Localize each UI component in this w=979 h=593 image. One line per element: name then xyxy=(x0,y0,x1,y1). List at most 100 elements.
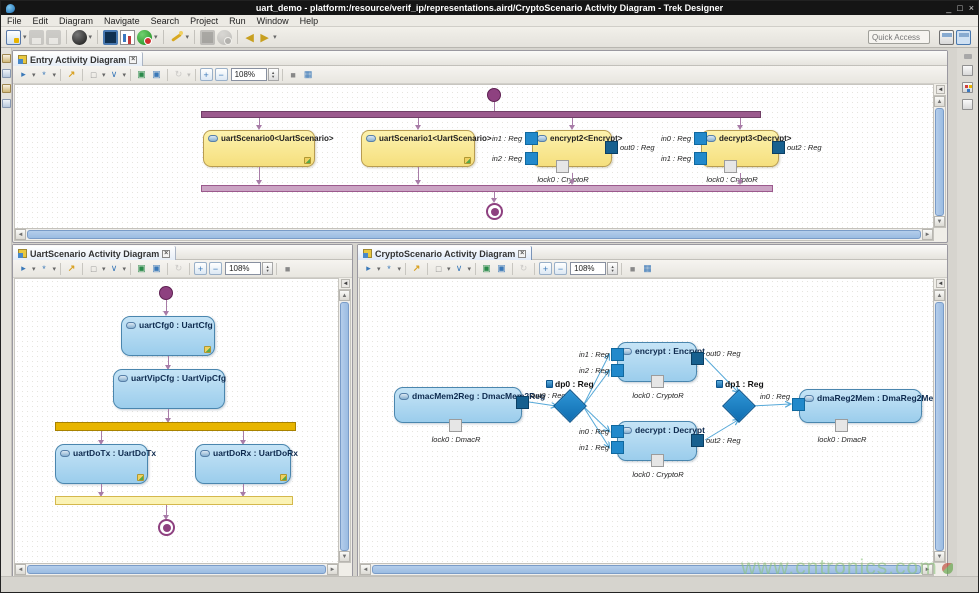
scroll-right-button[interactable]: ► xyxy=(327,564,338,575)
menu-window[interactable]: Window xyxy=(257,16,289,26)
scroll-left-button[interactable]: ◄ xyxy=(15,564,26,575)
entry-initial-node[interactable] xyxy=(487,88,501,102)
zoom-spinner[interactable]: ▲▼ xyxy=(268,68,279,81)
node-uartScenario0[interactable]: uartScenario0<UartScenario> xyxy=(203,130,315,167)
arrange-all-button[interactable]: * xyxy=(383,262,396,275)
arrange-all-button[interactable]: * xyxy=(38,262,51,275)
maximize-button[interactable]: □ xyxy=(957,3,962,13)
export-image-button[interactable]: ▣ xyxy=(480,262,493,275)
node-uartCfg0[interactable]: uartCfg0 : UartCfg xyxy=(121,316,215,356)
refresh-button[interactable]: ↻ xyxy=(517,262,530,275)
scrollbar-thumb[interactable] xyxy=(935,108,944,216)
snapshot-button[interactable]: ■ xyxy=(281,262,294,275)
pin-elements-button[interactable]: ↗ xyxy=(65,262,78,275)
menu-project[interactable]: Project xyxy=(190,16,218,26)
routing-style-button[interactable]: ∨ xyxy=(108,262,121,275)
debug-button[interactable] xyxy=(72,30,87,45)
pin-dmacMem2Reg-out0[interactable] xyxy=(516,396,529,409)
close-button[interactable]: × xyxy=(969,3,974,13)
show-hide-button[interactable]: □ xyxy=(87,68,100,81)
pin-dmaReg2Mem-lock0[interactable] xyxy=(835,419,848,432)
show-hide-dropdown[interactable]: ▾ xyxy=(102,265,106,273)
uart-join-bar[interactable] xyxy=(55,496,293,505)
arrange-dropdown[interactable]: ▾ xyxy=(398,265,402,273)
pin-dmacMem2Reg-lock0[interactable] xyxy=(449,419,462,432)
scroll-up-button[interactable]: ▲ xyxy=(934,96,945,107)
minimized-view-button-1[interactable] xyxy=(2,54,11,63)
new-wizard-dropdown[interactable]: ▾ xyxy=(23,33,27,41)
open-perspective-button[interactable] xyxy=(939,30,954,45)
node-uartDoTx[interactable]: uartDoTx : UartDoTx xyxy=(55,444,148,484)
snapshot-button[interactable]: ■ xyxy=(287,68,300,81)
new-wizard-button[interactable] xyxy=(6,30,21,45)
export-image-button[interactable]: ▣ xyxy=(135,262,148,275)
title-bar[interactable]: uart_demo - platform:/resource/verif_ip/… xyxy=(1,1,978,15)
zoom-out-button[interactable]: − xyxy=(554,262,567,275)
scrollbar-thumb[interactable] xyxy=(340,302,349,551)
pin-elements-button[interactable]: ↗ xyxy=(410,262,423,275)
menu-search[interactable]: Search xyxy=(151,16,180,26)
pin-dmaReg2Mem-in0[interactable] xyxy=(792,398,805,411)
entry-fork-bar[interactable] xyxy=(201,111,761,118)
tab-cryptoscenario-activity-diagram[interactable]: CryptoScenario Activity Diagram × xyxy=(358,246,532,261)
show-hide-button[interactable]: □ xyxy=(432,262,445,275)
pin-decrypt3-in1[interactable] xyxy=(694,152,707,165)
select-tool-button[interactable]: ▸ xyxy=(17,68,30,81)
uart-final-node[interactable] xyxy=(158,519,175,536)
zoom-out-button[interactable]: − xyxy=(215,68,228,81)
pin-decrypt-lock0[interactable] xyxy=(651,454,664,467)
minimize-editor-button[interactable] xyxy=(964,54,972,59)
select-tool-dropdown[interactable]: ▾ xyxy=(377,265,381,273)
pin-decrypt-out2[interactable] xyxy=(691,434,704,447)
pin-encrypt2-in1[interactable] xyxy=(525,132,538,145)
entry-vertical-scrollbar[interactable]: ▲ ▼ xyxy=(933,95,946,228)
select-tool-dropdown[interactable]: ▾ xyxy=(32,71,36,79)
minimized-view-button-3[interactable] xyxy=(2,84,11,93)
arrange-all-button[interactable]: * xyxy=(38,68,51,81)
scrollbar-thumb[interactable] xyxy=(27,230,921,239)
refresh-button[interactable]: ↻ xyxy=(172,262,185,275)
grid-button[interactable]: ▦ xyxy=(302,68,315,81)
save-button[interactable] xyxy=(29,30,44,45)
uart-fork-bar[interactable] xyxy=(55,422,296,431)
pin-encrypt2-in2[interactable] xyxy=(525,152,538,165)
pin-encrypt2-out0[interactable] xyxy=(605,141,618,154)
zoom-in-button[interactable]: + xyxy=(200,68,213,81)
save-all-button[interactable] xyxy=(46,30,61,45)
scrollbar-collapse-button[interactable]: ◄ xyxy=(341,279,350,288)
node-uartDoRx[interactable]: uartDoRx : UartDoRx xyxy=(195,444,291,484)
export-image-button[interactable]: ▣ xyxy=(135,68,148,81)
tab-entry-activity-diagram[interactable]: Entry Activity Diagram × xyxy=(13,52,143,67)
routing-style-button[interactable]: ∨ xyxy=(108,68,121,81)
node-uartScenario1[interactable]: uartScenario1<UartScenario> xyxy=(361,130,475,167)
pin-decrypt3-out2[interactable] xyxy=(772,141,785,154)
zoom-level-combo[interactable]: 108% xyxy=(231,68,267,81)
grid-button[interactable]: ▦ xyxy=(641,262,654,275)
show-hide-dropdown[interactable]: ▾ xyxy=(447,265,451,273)
entry-horizontal-scrollbar[interactable]: ◄ ► xyxy=(14,228,934,241)
forward-button[interactable]: ▶ xyxy=(257,31,272,44)
snapshot-button[interactable]: ■ xyxy=(626,262,639,275)
zoom-out-button[interactable]: − xyxy=(209,262,222,275)
crypto-diagram-canvas[interactable]: dmacMem2Reg : DmacMem2Reg out0 : Reg loc… xyxy=(359,278,934,564)
routing-dropdown[interactable]: ▾ xyxy=(468,265,472,273)
node-dmacMem2Reg[interactable]: dmacMem2Reg : DmacMem2Reg xyxy=(394,387,522,423)
scroll-up-button[interactable]: ▲ xyxy=(934,290,945,301)
zoom-spinner[interactable]: ▲▼ xyxy=(607,262,618,275)
debug-dropdown[interactable]: ▾ xyxy=(89,33,93,41)
zoom-in-button[interactable]: + xyxy=(539,262,552,275)
debug-view-button[interactable] xyxy=(200,30,215,45)
uart-vertical-scrollbar[interactable]: ▲ ▼ xyxy=(338,289,351,563)
scroll-down-button[interactable]: ▼ xyxy=(339,551,350,562)
pin-decrypt3-lock0[interactable] xyxy=(724,160,737,173)
minimized-view-button-4[interactable] xyxy=(2,99,11,108)
scroll-left-button[interactable]: ◄ xyxy=(360,564,371,575)
node-encrypt2[interactable]: encrypt2<Encrypt> xyxy=(532,130,612,167)
menu-navigate[interactable]: Navigate xyxy=(104,16,140,26)
quick-access-input[interactable] xyxy=(868,30,930,44)
show-hide-button[interactable]: □ xyxy=(87,262,100,275)
entry-join-bar[interactable] xyxy=(201,185,773,192)
routing-dropdown[interactable]: ▾ xyxy=(123,265,127,273)
copy-image-button[interactable]: ▣ xyxy=(150,68,163,81)
zoom-level-combo[interactable]: 108% xyxy=(570,262,606,275)
